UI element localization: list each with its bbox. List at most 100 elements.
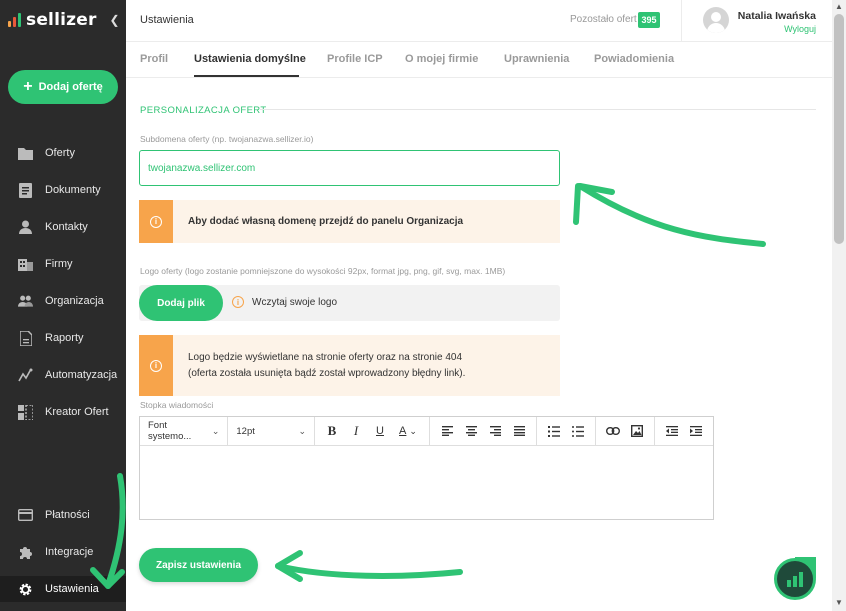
brand-logo[interactable]: sellizer <box>8 10 97 30</box>
footer-editor-body[interactable] <box>140 446 713 519</box>
align-center-icon[interactable] <box>460 420 482 442</box>
sidebar-item-label: Organizacja <box>45 295 104 307</box>
avatar[interactable] <box>703 7 729 33</box>
builder-icon <box>18 404 33 420</box>
align-group <box>430 416 537 446</box>
numbered-list-icon[interactable] <box>543 420 565 442</box>
settings-tabs: Profil Ustawienia domyślne Profile ICP O… <box>126 42 832 78</box>
italic-button[interactable]: I <box>345 420 367 442</box>
logo-alert: i Logo będzie wyświetlane na stronie ofe… <box>139 335 560 396</box>
info-icon: i <box>139 200 173 243</box>
automation-icon <box>18 368 33 383</box>
user-icon <box>18 220 33 235</box>
scrollbar[interactable]: ▲ ▼ <box>832 0 846 611</box>
sidebar-item-label: Płatności <box>45 509 90 521</box>
logout-link[interactable]: Wyloguj <box>784 24 816 34</box>
settings-content: PERSONALIZACJA OFERT Subdomena oferty (n… <box>126 78 832 611</box>
link-icon[interactable] <box>602 420 624 442</box>
font-size-value: 12pt <box>236 425 255 437</box>
section-title: PERSONALIZACJA OFERT <box>140 105 267 116</box>
format-group: B I U A ⌄ <box>315 416 430 446</box>
chevron-down-icon: ⌄ <box>211 425 220 436</box>
sidebar-item-dokumenty[interactable]: Dokumenty <box>0 177 126 203</box>
offers-left-badge: 395 <box>638 12 660 28</box>
subdomain-label: Subdomena oferty (np. twojanazwa.sellize… <box>140 134 314 144</box>
bold-button[interactable]: B <box>321 420 343 442</box>
chevron-left-icon[interactable]: ❮ <box>103 0 126 40</box>
tab-o-mojej-firmie[interactable]: O mojej firmie <box>405 53 478 65</box>
tab-powiadomienia[interactable]: Powiadomienia <box>594 53 674 65</box>
upload-hint: i Wczytaj swoje logo <box>232 296 337 308</box>
active-tab-indicator <box>194 75 299 77</box>
sidebar-item-ustawienia[interactable]: Ustawienia <box>0 576 126 602</box>
bullet-list-icon[interactable] <box>567 420 589 442</box>
sidebar-item-label: Dokumenty <box>45 184 101 196</box>
info-icon: i <box>139 335 173 396</box>
scrollbar-thumb[interactable] <box>834 14 844 244</box>
add-file-button[interactable]: Dodaj plik <box>139 285 223 321</box>
tab-profile-icp[interactable]: Profile ICP <box>327 53 383 65</box>
section-divider <box>260 109 816 110</box>
sidebar-item-label: Automatyzacja <box>45 369 118 381</box>
gear-icon <box>18 582 33 597</box>
tab-profil[interactable]: Profil <box>140 53 168 65</box>
sidebar-item-label: Kreator Ofert <box>45 406 109 418</box>
brand-name: sellizer <box>26 10 97 30</box>
sidebar-item-firmy[interactable]: Firmy <box>0 251 126 277</box>
align-left-icon[interactable] <box>436 420 458 442</box>
document-icon <box>18 182 33 198</box>
users-icon <box>18 294 33 309</box>
font-family-select[interactable]: Font systemo... ⌄ <box>140 416 229 446</box>
scroll-down-icon[interactable]: ▼ <box>835 598 843 607</box>
sidebar-item-kreator-ofert[interactable]: Kreator Ofert <box>0 399 126 425</box>
upload-hint-text: Wczytaj swoje logo <box>252 296 338 308</box>
sidebar-item-label: Kontakty <box>45 221 88 233</box>
plus-icon: + <box>23 78 33 95</box>
scroll-up-icon[interactable]: ▲ <box>835 2 843 11</box>
folder-icon <box>18 146 33 161</box>
puzzle-icon <box>18 545 33 560</box>
sidebar-item-oferty[interactable]: Oferty <box>0 140 126 166</box>
page-title: Ustawienia <box>140 14 194 26</box>
chat-widget-button[interactable] <box>774 558 816 600</box>
add-offer-label: Dodaj ofertę <box>38 81 103 93</box>
subdomain-input[interactable] <box>139 150 560 186</box>
indent-group <box>655 417 713 446</box>
font-size-select[interactable]: 12pt ⌄ <box>228 416 315 446</box>
font-family-value: Font systemo... <box>148 420 192 442</box>
underline-button[interactable]: U <box>369 420 391 442</box>
sidebar-item-organizacja[interactable]: Organizacja <box>0 288 126 314</box>
logo-upload-area: Dodaj plik i Wczytaj swoje logo <box>139 285 560 321</box>
text-color-button[interactable]: A ⌄ <box>393 420 423 442</box>
tab-uprawnienia[interactable]: Uprawnienia <box>504 53 569 65</box>
domain-alert-text: Aby dodać własną domenę przejdź do panel… <box>188 215 464 227</box>
insert-group <box>596 416 655 446</box>
indent-icon[interactable] <box>685 420 707 442</box>
report-icon <box>18 330 33 346</box>
sidebar-item-integracje[interactable]: Integracje <box>0 539 126 565</box>
logo-bars-icon <box>8 13 21 27</box>
sidebar-item-automatyzacja[interactable]: Automatyzacja <box>0 362 126 388</box>
sidebar: sellizer ❮ + Dodaj ofertę Oferty Dokumen… <box>0 0 126 611</box>
add-offer-button[interactable]: + Dodaj ofertę <box>8 70 118 104</box>
sidebar-item-raporty[interactable]: Raporty <box>0 325 126 351</box>
chevron-down-icon: ⌄ <box>298 425 306 436</box>
sidebar-item-label: Firmy <box>45 258 73 270</box>
header-divider <box>681 0 682 42</box>
top-header: Ustawienia Pozostało ofert 395 Natalia I… <box>126 0 832 42</box>
editor-toolbar: Font systemo... ⌄ 12pt ⌄ B I U A ⌄ <box>140 416 713 446</box>
sidebar-item-platnosci[interactable]: Płatności <box>0 502 126 528</box>
align-justify-icon[interactable] <box>508 420 530 442</box>
sidebar-item-kontakty[interactable]: Kontakty <box>0 214 126 240</box>
user-name: Natalia Iwańska <box>737 10 816 22</box>
image-icon[interactable] <box>626 420 648 442</box>
logo-alert-text: Logo będzie wyświetlane na stronie ofert… <box>173 350 465 382</box>
building-icon <box>18 257 33 272</box>
save-settings-button[interactable]: Zapisz ustawienia <box>139 548 258 582</box>
tab-ustawienia-domyslne[interactable]: Ustawienia domyślne <box>194 53 306 65</box>
align-right-icon[interactable] <box>484 420 506 442</box>
offers-left-label: Pozostało ofert <box>570 14 637 25</box>
chart-bars-icon <box>787 572 803 587</box>
sidebar-item-label: Ustawienia <box>45 583 99 595</box>
outdent-icon[interactable] <box>661 420 683 442</box>
